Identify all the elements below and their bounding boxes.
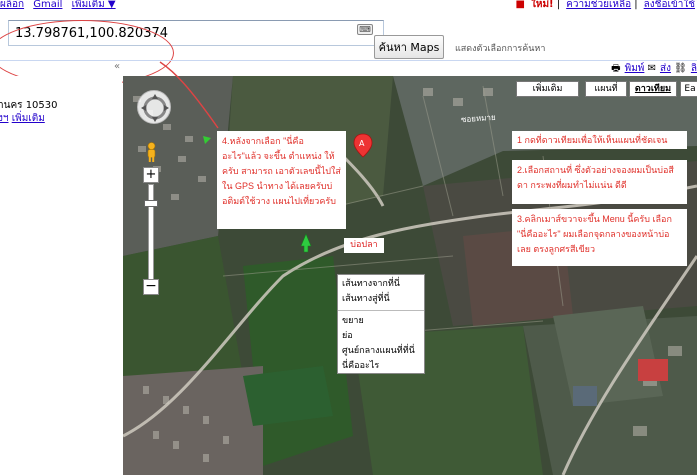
- top-link-new[interactable]: ใหม่!: [531, 0, 554, 10]
- sidebar: านคร 10530 งฯ เพิ่มเติม: [0, 76, 122, 475]
- context-menu-zoom-in[interactable]: ขยาย: [338, 314, 424, 329]
- map-type-satellite-button[interactable]: ดาวเทียม: [629, 81, 677, 97]
- sidebar-more-link[interactable]: เพิ่มเติม: [12, 113, 45, 124]
- map-type-earth-button[interactable]: Ea: [680, 81, 697, 97]
- place-label: บ่อปลา: [344, 238, 384, 253]
- context-menu-whats-here[interactable]: นี่คืออะไร: [338, 359, 424, 374]
- pan-arrows-icon: [141, 94, 169, 122]
- zoom-slider-thumb[interactable]: [144, 200, 158, 207]
- separator: |: [634, 0, 638, 10]
- marker-letter: A: [359, 139, 365, 148]
- street-view-pegman-icon[interactable]: [145, 142, 158, 162]
- top-link-more[interactable]: เพิ่มเติม ▼: [72, 0, 116, 10]
- pan-control[interactable]: [137, 90, 171, 124]
- context-menu-zoom-out[interactable]: ย่อ: [338, 329, 424, 344]
- satellite-map[interactable]: A + − เพิ่มเติม แผนที่ ดาวเทียม Ea ซอยหม…: [123, 76, 697, 475]
- sidebar-links: งฯ เพิ่มเติม: [0, 111, 45, 126]
- road-label: ซอยหมาย: [460, 112, 496, 125]
- print-link[interactable]: พิมพ์: [625, 63, 645, 74]
- annotation-note-4: 4.หลังจากเลือก "นี่คืออะไร"แล้ว จะขึ้น ต…: [217, 131, 346, 229]
- context-menu-directions-to[interactable]: เส้นทางสู่ที่นี่: [338, 292, 424, 307]
- context-menu-center-map[interactable]: ศูนย์กลางแผนที่ที่นี่: [338, 344, 424, 359]
- link-link[interactable]: ลิ: [691, 63, 697, 74]
- send-link[interactable]: ส่ง: [660, 63, 671, 74]
- context-menu-divider: [338, 310, 424, 311]
- top-link-help[interactable]: ความช่วยเหลือ: [566, 0, 631, 10]
- link-icon: ⛓: [674, 63, 687, 74]
- annotation-note-1: 1 กดที่ดาวเทียมเพื่อให้เห็นแผนที่ชัดเจน: [512, 131, 687, 149]
- top-bar: ผล็อก Gmail เพิ่มเติม ▼ ■ ใหม่! | ความช่วย…: [0, 0, 697, 14]
- keyboard-icon[interactable]: ⌨: [357, 24, 373, 35]
- sidebar-link[interactable]: งฯ: [0, 113, 9, 124]
- map-type-more-button[interactable]: เพิ่มเติม: [516, 81, 579, 97]
- sub-toolbar: « 🖶 พิมพ์ ✉ ส่ง ⛓ ลิ: [0, 60, 697, 76]
- mail-icon: ✉: [647, 63, 656, 74]
- top-link-blog[interactable]: ผล็อก: [0, 0, 24, 10]
- annotation-note-3: 3.คลิกเมาส์ขวาจะขึ้น Menu นี้ครับ เลือก …: [512, 209, 687, 266]
- zoom-out-button[interactable]: −: [143, 279, 159, 295]
- context-menu-directions-from[interactable]: เส้นทางจากที่นี่: [338, 277, 424, 292]
- top-link-gmail[interactable]: Gmail: [33, 0, 62, 10]
- top-link-signin[interactable]: ลงชื่อเข้าใช้: [644, 0, 695, 10]
- search-maps-button[interactable]: ค้นหา Maps: [374, 35, 444, 59]
- printer-icon: 🖶: [611, 63, 621, 74]
- collapse-sidebar-button[interactable]: «: [114, 61, 120, 72]
- zoom-slider-track[interactable]: [148, 184, 154, 282]
- map-type-map-button[interactable]: แผนที่: [585, 81, 627, 97]
- search-row: ค้นหา Maps แสดงตัวเลือกการค้นหา: [0, 14, 697, 86]
- search-options-link[interactable]: แสดงตัวเลือกการค้นหา: [455, 41, 545, 55]
- new-badge-icon: ■: [515, 0, 525, 10]
- separator: |: [556, 0, 561, 10]
- annotation-note-2: 2.เลือกสถานที่ ซึ่งตัวอย่างจองผมเป็นบ่อส…: [512, 160, 687, 204]
- context-menu: เส้นทางจากที่นี่ เส้นทางสู่ที่นี่ ขยาย ย…: [337, 274, 425, 374]
- zoom-in-button[interactable]: +: [143, 167, 159, 183]
- top-links-left: ผล็อก Gmail เพิ่มเติม ▼: [0, 0, 122, 12]
- top-links-right: ■ ใหม่! | ความช่วยเหลือ | ลงชื่อเข้าใช้: [516, 0, 695, 12]
